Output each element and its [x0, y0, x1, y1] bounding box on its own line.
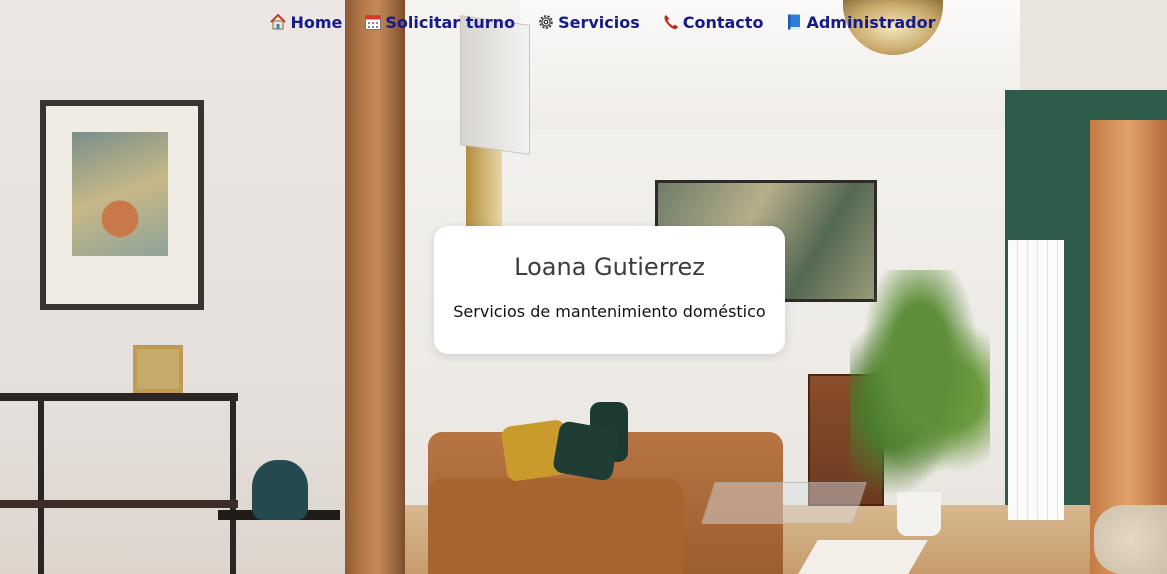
house-icon	[269, 13, 287, 31]
nav-item-label: Contacto	[682, 12, 764, 32]
nav-item-solicitar-turno[interactable]: Solicitar turno	[364, 13, 515, 32]
nav-item-label: Administrador	[806, 12, 936, 32]
nav-item-label: Home	[290, 12, 343, 32]
telephone-icon	[662, 13, 680, 31]
book-icon	[785, 13, 803, 31]
main-nav: Home Solicitar turno Servicios Contacto …	[0, 8, 1167, 36]
hero-card: Loana Gutierrez Servicios de mantenimien…	[434, 226, 785, 354]
nav-item-contacto[interactable]: Contacto	[662, 12, 764, 32]
calendar-icon	[364, 13, 382, 31]
hero-subtitle: Servicios de mantenimiento doméstico	[453, 302, 766, 321]
page-root: Home Solicitar turno Servicios Contacto …	[0, 0, 1167, 574]
nav-item-home[interactable]: Home	[269, 13, 342, 32]
hero-title: Loana Gutierrez	[514, 253, 705, 281]
nav-item-label: Solicitar turno	[385, 12, 516, 32]
nav-item-servicios[interactable]: Servicios	[537, 13, 640, 32]
nav-item-administrador[interactable]: Administrador	[785, 12, 936, 32]
gear-icon	[537, 13, 555, 31]
nav-item-label: Servicios	[558, 12, 640, 32]
